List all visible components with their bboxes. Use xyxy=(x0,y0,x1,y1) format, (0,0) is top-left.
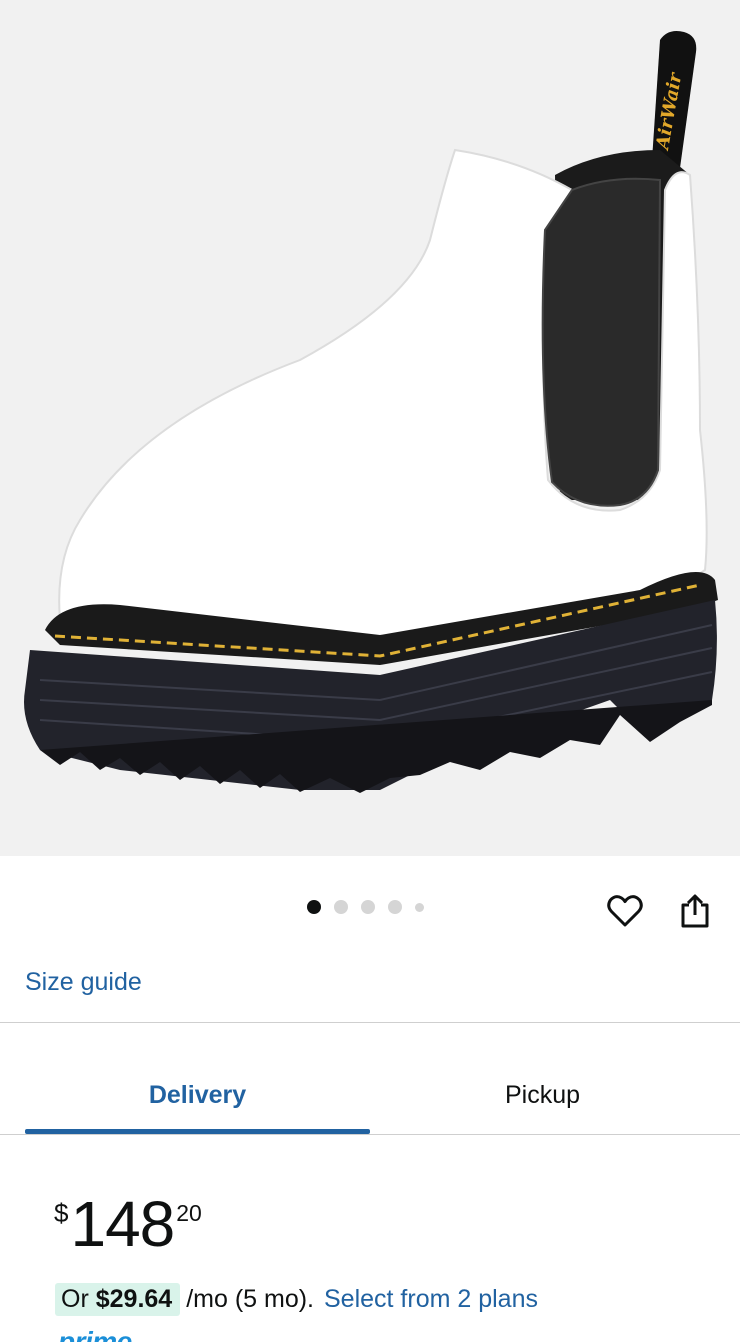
carousel-dot-3[interactable] xyxy=(361,900,375,914)
fulfillment-tabs: Delivery Pickup xyxy=(25,1055,740,1135)
share-button[interactable] xyxy=(673,889,717,933)
carousel-dot-4[interactable] xyxy=(388,900,402,914)
boot-illustration: AirWair xyxy=(24,31,718,793)
carousel-pagination[interactable] xyxy=(307,900,424,914)
price: $ 148 20 xyxy=(54,1192,202,1256)
price-fraction: 20 xyxy=(176,1200,202,1226)
carousel-controls xyxy=(0,856,740,960)
select-plans-link[interactable]: Select from 2 plans xyxy=(324,1285,538,1314)
tab-pickup[interactable]: Pickup xyxy=(370,1055,715,1135)
installment-highlight: Or $29.64 xyxy=(55,1282,181,1316)
installment-term: /mo (5 mo). xyxy=(186,1284,314,1313)
divider xyxy=(0,1134,740,1135)
size-guide-link[interactable]: Size guide xyxy=(25,968,142,997)
carousel-dot-5[interactable] xyxy=(415,902,424,912)
carousel-dot-1[interactable] xyxy=(307,900,321,914)
product-image[interactable]: AirWair xyxy=(0,0,740,856)
heel-pull-tab: AirWair xyxy=(652,31,697,168)
price-whole: 148 xyxy=(70,1188,175,1260)
divider xyxy=(0,1022,740,1023)
tab-delivery[interactable]: Delivery xyxy=(25,1055,370,1135)
price-currency-symbol: $ xyxy=(54,1198,69,1228)
installment-amount: $29.64 xyxy=(95,1284,173,1313)
favorite-button[interactable] xyxy=(603,889,647,933)
installment-offer: Or $29.64 /mo (5 mo). Select from 2 plan… xyxy=(55,1281,538,1317)
carousel-dot-2[interactable] xyxy=(334,900,348,914)
prime-label: prime xyxy=(58,1326,132,1342)
installment-prefix: Or xyxy=(61,1284,89,1313)
prime-badge: prime xyxy=(58,1326,132,1342)
share-icon xyxy=(681,894,709,928)
heart-icon xyxy=(607,895,643,927)
